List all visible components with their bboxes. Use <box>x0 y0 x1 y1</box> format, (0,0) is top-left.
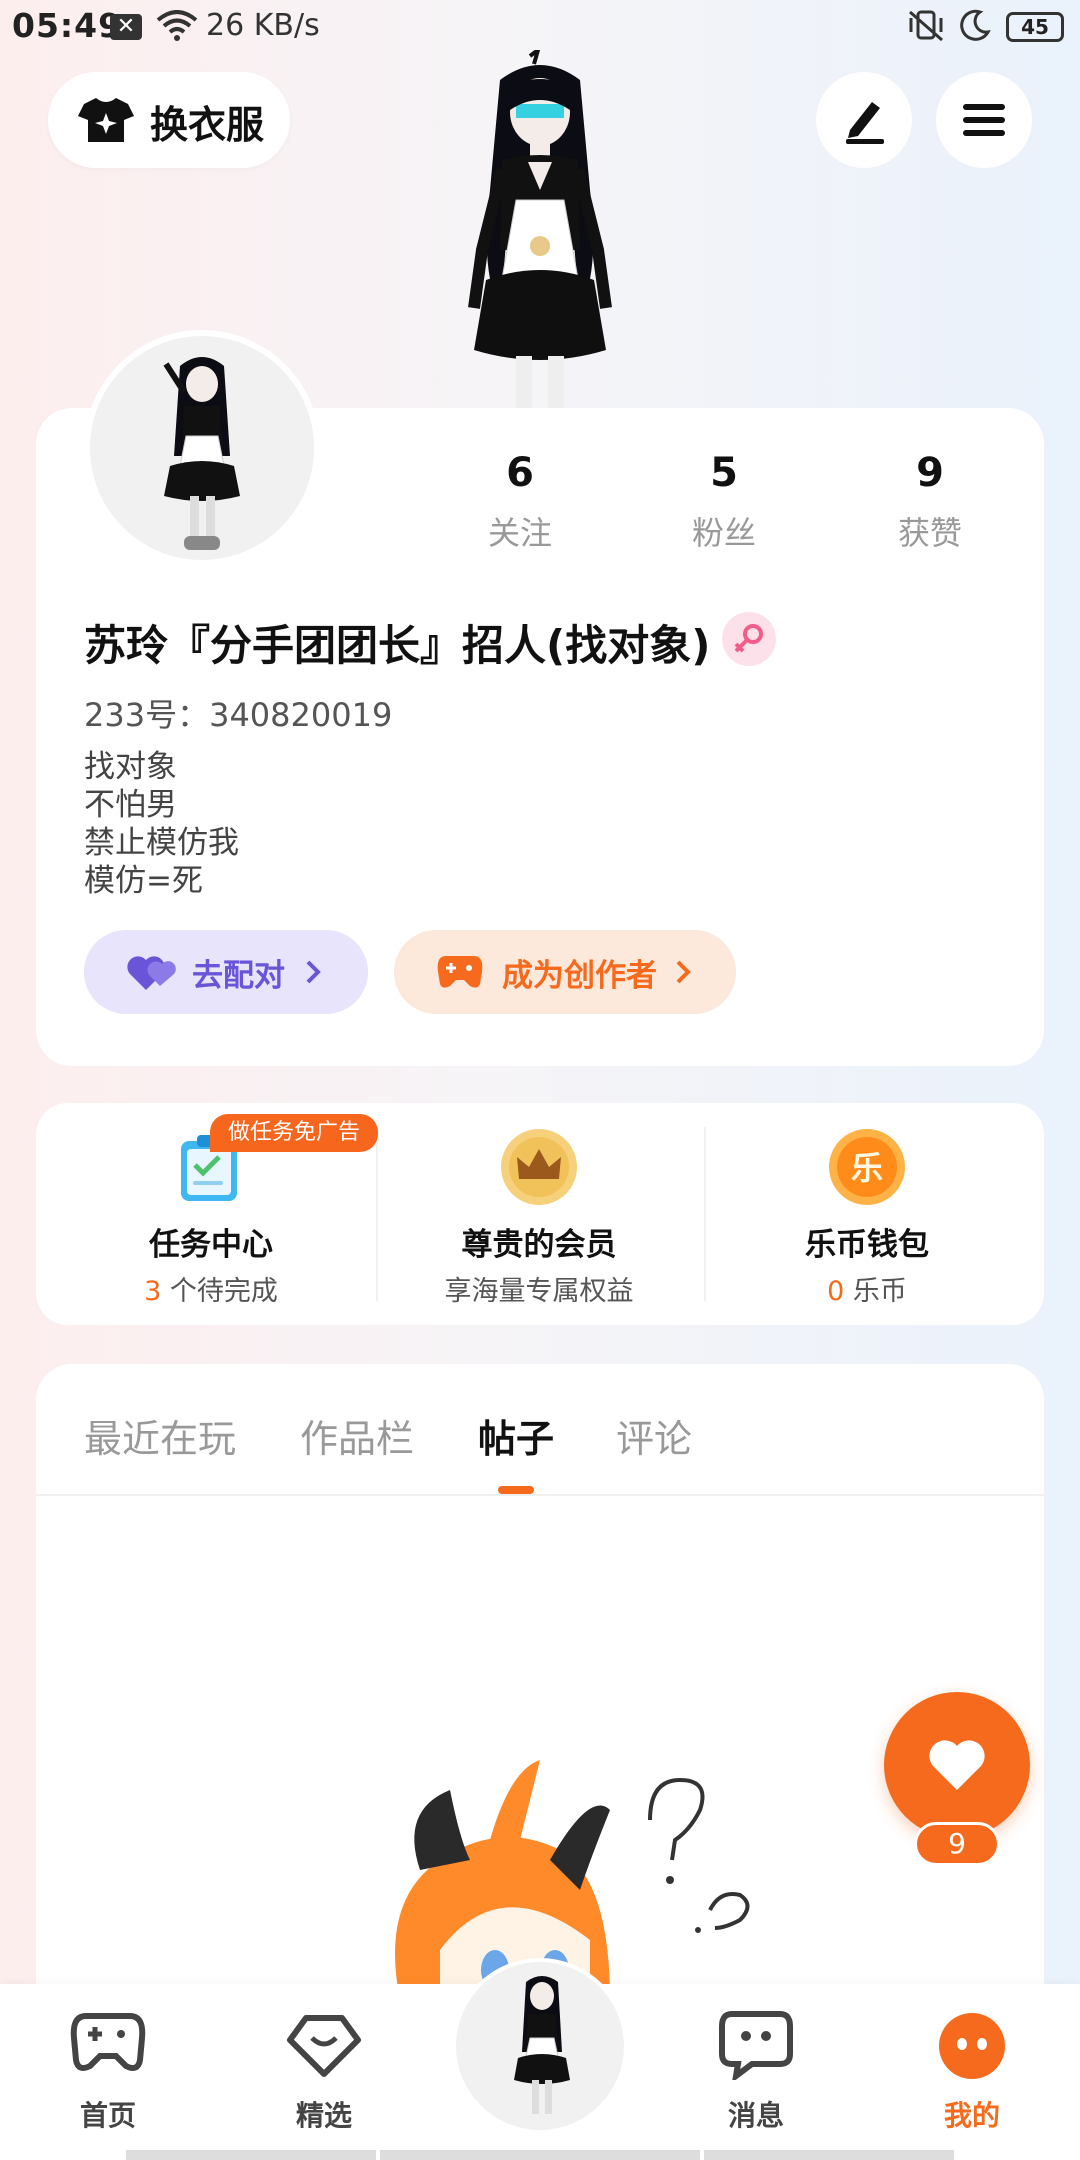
crown-icon <box>501 1129 577 1205</box>
status-bar: 05:49 ✕ 26 KB/s 45 <box>0 0 1080 56</box>
chevron-right-icon <box>676 960 691 984</box>
bio-line: 不怕男 <box>84 787 177 823</box>
nav-featured-label: 精选 <box>295 2099 352 2132</box>
user-id: 233号：340820019 <box>84 696 393 734</box>
chevron-right-icon <box>306 960 321 984</box>
network-speed: 26 KB/s <box>206 8 320 43</box>
become-creator-label: 成为创作者 <box>502 958 657 994</box>
do-not-disturb-moon-icon <box>960 9 991 41</box>
wallet-title: 乐币钱包 <box>805 1227 929 1263</box>
nav-me[interactable]: 我的 <box>902 2010 1042 2134</box>
edit-profile-button[interactable] <box>816 72 912 168</box>
tab-posts[interactable]: 帖子 <box>478 1408 554 1463</box>
coin-balance: 0 <box>827 1276 845 1307</box>
bio-line: 找对象 <box>84 749 177 785</box>
followers-label: 粉丝 <box>691 514 756 552</box>
menu-button[interactable] <box>936 72 1032 168</box>
ad-free-task-badge: 做任务免广告 <box>210 1114 379 1152</box>
gamepad-icon <box>70 2013 146 2071</box>
stat-likes[interactable]: 9 获赞 <box>850 450 1010 554</box>
nav-home-label: 首页 <box>79 2099 136 2132</box>
nav-messages[interactable]: 消息 <box>686 2010 826 2134</box>
notification-icon: ✕ <box>110 14 142 40</box>
diamond-heart-icon <box>287 2015 361 2077</box>
status-time: 05:49 <box>12 6 123 45</box>
nav-messages-label: 消息 <box>727 2099 784 2132</box>
task-center-title: 任务中心 <box>149 1227 273 1263</box>
coin-icon: 乐 <box>829 1129 905 1205</box>
match-button[interactable]: 去配对 <box>84 930 368 1014</box>
like-fab-button[interactable] <box>884 1692 1030 1838</box>
coin-wallet[interactable]: 乐 乐币钱包 0 乐币 <box>704 1103 1030 1325</box>
gamepad-plus-icon <box>437 956 483 988</box>
task-center-subtitle: 3 个待完成 <box>48 1269 374 1308</box>
pending-task-suffix: 个待完成 <box>161 1276 278 1307</box>
following-count: 6 <box>506 450 534 496</box>
coin-glyph: 乐 <box>851 1149 883 1187</box>
tshirt-icon <box>78 98 134 142</box>
nav-avatar-center-button[interactable] <box>452 1958 628 2134</box>
tab-works[interactable]: 作品栏 <box>300 1408 414 1463</box>
nav-home[interactable]: 首页 <box>38 2010 178 2134</box>
avatar-character-thumbnail <box>514 1976 570 2114</box>
chat-bubble-icon <box>719 2011 793 2083</box>
wifi-icon <box>156 10 198 41</box>
gesture-bar <box>126 2150 376 2160</box>
username: 苏玲『分手团团长』招人(找对象) <box>84 621 711 670</box>
vip-subtitle: 享海量专属权益 <box>444 1276 634 1307</box>
gesture-bar <box>704 2150 954 2160</box>
bio: 找对象 不怕男 禁止模仿我 模仿=死 <box>84 748 239 900</box>
likes-label: 获赞 <box>897 514 962 552</box>
avatar[interactable] <box>84 330 320 566</box>
like-fab-count: 9 <box>914 1822 1000 1866</box>
tab-recently-played[interactable]: 最近在玩 <box>84 1408 236 1463</box>
likes-count: 9 <box>916 450 944 496</box>
stat-following[interactable]: 6 关注 <box>440 450 600 554</box>
wallet-subtitle: 0 乐币 <box>704 1269 1030 1308</box>
bio-line: 禁止模仿我 <box>84 825 239 861</box>
battery-indicator: 45 <box>1006 12 1064 42</box>
gesture-bar <box>380 2150 700 2160</box>
avatar-character-thumbnail <box>163 357 240 550</box>
change-clothes-button[interactable]: 换衣服 <box>48 72 290 168</box>
stat-followers[interactable]: 5 粉丝 <box>644 450 804 554</box>
tab-divider <box>36 1494 1044 1496</box>
heart-icon <box>929 1740 985 1790</box>
pending-task-count: 3 <box>144 1276 162 1307</box>
bio-line: 模仿=死 <box>84 863 203 899</box>
following-label: 关注 <box>487 514 552 552</box>
profile-face-icon <box>939 2013 1005 2079</box>
vibrate-icon <box>909 10 943 42</box>
vip-title: 尊贵的会员 <box>461 1227 617 1263</box>
nav-me-label: 我的 <box>943 2099 1000 2132</box>
double-heart-icon <box>127 956 176 990</box>
pencil-icon <box>846 102 884 144</box>
tab-comments[interactable]: 评论 <box>616 1408 692 1463</box>
match-label: 去配对 <box>192 958 285 994</box>
change-clothes-label: 换衣服 <box>150 103 265 147</box>
active-tab-indicator <box>498 1486 534 1494</box>
avatar-3d-character[interactable] <box>430 50 650 410</box>
followers-count: 5 <box>710 450 738 496</box>
female-gender-icon <box>722 612 776 666</box>
become-creator-button[interactable]: 成为创作者 <box>394 930 736 1014</box>
nav-featured[interactable]: 精选 <box>254 2010 394 2134</box>
vip-membership[interactable]: 尊贵的会员 享海量专属权益 <box>376 1103 702 1325</box>
coin-suffix: 乐币 <box>844 1276 907 1307</box>
hamburger-menu-icon <box>963 104 1005 136</box>
